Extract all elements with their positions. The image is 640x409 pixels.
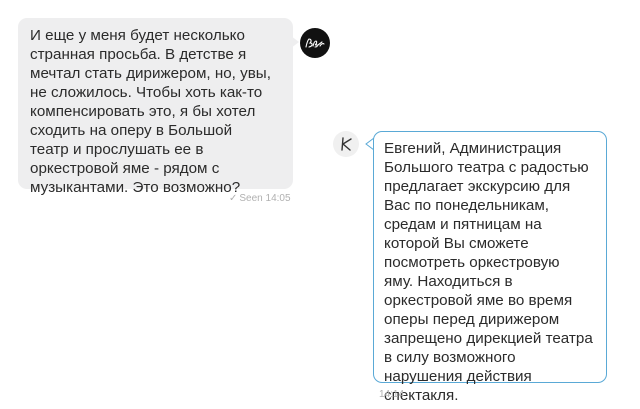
message-line: Вас по понедельникам,	[384, 197, 549, 214]
outgoing-message-bubble: Евгений, Администрация Большого театра с…	[373, 131, 607, 404]
message-line: спектакля.	[384, 387, 459, 404]
message-line: сходить на оперу в Большой	[30, 122, 233, 139]
message-line: компенсировать это, я бы хотел	[30, 103, 256, 120]
seen-status: ✓ Seen 14:05	[229, 193, 291, 204]
message-line: не сложилось. Чтобы хоть как-то	[30, 84, 263, 101]
message-line: Евгений, Администрация	[384, 140, 562, 157]
message-line: посмотреть оркестровую	[384, 254, 560, 271]
message-line: оркестровой яме во время	[384, 292, 573, 309]
message-line: оркестровой яме - рядом с	[30, 160, 220, 177]
message-line: Большого театра с радостью	[384, 159, 589, 176]
message-line: странная просьба. В детстве я	[30, 46, 247, 63]
message-line: яму. Находиться в	[384, 273, 513, 290]
message-line: И еще у меня будет несколько	[30, 27, 245, 44]
incoming-bubble-tail	[291, 36, 299, 48]
sender-avatar[interactable]	[300, 28, 330, 58]
incoming-message-bubble: И еще у меня будет несколько странная пр…	[18, 18, 293, 196]
message-line: предлагает экскурсию для	[384, 178, 571, 195]
seen-status-text: Seen 14:05	[239, 193, 291, 204]
message-line: нарушения действия	[384, 368, 532, 385]
check-icon: ✓	[229, 193, 238, 204]
message-line: в силу возможного	[384, 349, 516, 366]
responder-avatar[interactable]	[333, 131, 359, 157]
message-timestamp: 14:14	[379, 389, 405, 400]
message-line: оперы перед дирижером	[384, 311, 560, 328]
logo-icon	[305, 38, 325, 48]
message-line: которой Вы сможете	[384, 235, 529, 252]
k-logo-icon	[341, 137, 352, 151]
message-line: средам и пятницам на	[384, 216, 542, 233]
message-line: театр и прослушать ее в	[30, 141, 204, 158]
message-line: мечтал стать дирижером, но, увы,	[30, 65, 271, 82]
message-line: запрещено дирекцией театра	[384, 330, 593, 347]
